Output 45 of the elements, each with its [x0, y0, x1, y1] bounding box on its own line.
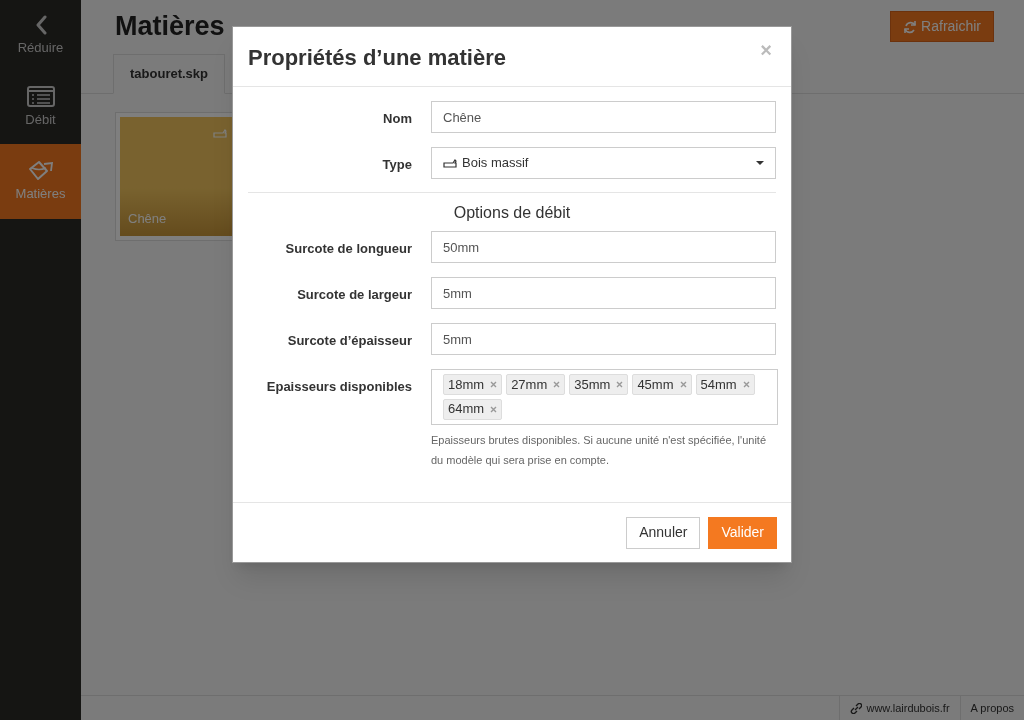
type-select[interactable]: Bois massif — [431, 147, 776, 179]
tags-field[interactable]: 18mm 27mm 35mm 45mm 54mm 64mm — [431, 369, 778, 425]
refresh-button[interactable]: Rafraichir — [890, 11, 994, 42]
sidebar-item[interactable]: Réduire — [0, 0, 81, 72]
wood-icon — [443, 158, 458, 168]
field-label: Surcote de largeur — [296, 286, 412, 304]
validate-button[interactable]: Valider — [708, 516, 777, 549]
input-field[interactable]: 50mm — [431, 231, 776, 263]
field-label: Surcote de longueur — [284, 240, 412, 258]
input-field[interactable]: 5mm — [431, 277, 776, 309]
dialog-title: Propriétés d’une matière — [248, 44, 506, 72]
wood-icon — [213, 129, 229, 139]
input-field[interactable]: 5mm — [431, 323, 776, 355]
list-icon — [26, 86, 55, 108]
file-tab[interactable]: tabouret.skp — [113, 54, 225, 94]
thickness-tag: 45mm — [632, 374, 692, 395]
page-title: Matières — [115, 10, 225, 42]
remove-icon — [490, 405, 498, 413]
sidebar-item[interactable]: Débit — [0, 72, 81, 144]
remove-icon — [553, 381, 561, 388]
website-link[interactable]: www.lairdubois.fr — [839, 696, 960, 720]
thickness-tag: 18mm — [443, 374, 503, 395]
refresh-icon — [903, 19, 918, 34]
caret-icon — [756, 161, 764, 165]
thickness-tag: 64mm — [443, 398, 503, 420]
remove-icon — [616, 381, 624, 388]
paint-bucket-icon — [26, 159, 55, 182]
remove-icon — [490, 381, 498, 388]
sidebar-item[interactable]: Matières — [0, 144, 81, 219]
remove-icon — [742, 381, 750, 388]
field-label: Type — [381, 156, 412, 174]
thickness-tag: 35mm — [569, 374, 629, 395]
remove-icon — [679, 381, 687, 388]
input-field[interactable]: Chêne — [431, 101, 776, 133]
cancel-button[interactable]: Annuler — [626, 516, 701, 549]
link-icon — [850, 702, 863, 714]
about-link[interactable]: A propos — [959, 696, 1024, 720]
thickness-tag: 27mm — [506, 374, 566, 395]
field-label: Nom — [382, 110, 412, 128]
field-label: Surcote d’épaisseur — [286, 332, 412, 350]
field-label: Epaisseurs disponibles — [265, 378, 412, 396]
help-text: Epaisseurs brutes disponibles. Si aucune unité n'est spécifiée, l'unité du modèle qui sera prise en compte. — [431, 433, 767, 468]
material-name: Chêne — [128, 209, 167, 228]
section-title: Options de débit — [452, 203, 572, 223]
thickness-tag: 54mm — [695, 374, 755, 395]
